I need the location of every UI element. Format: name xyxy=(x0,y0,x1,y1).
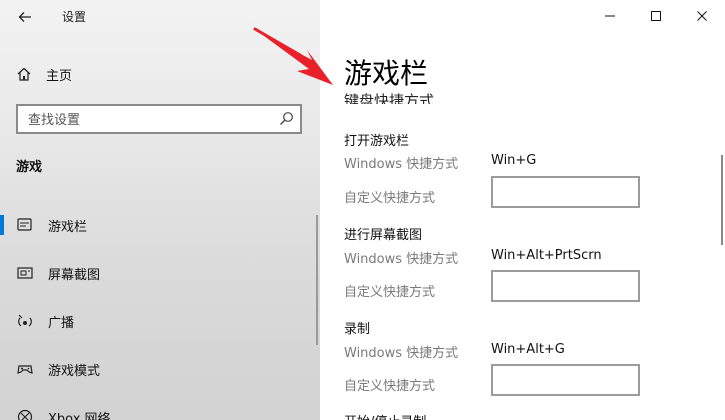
group-title: 进行屏幕截图 xyxy=(344,228,423,243)
custom-shortcut-label: 自定义快捷方式 xyxy=(344,285,436,300)
group-title: 录制 xyxy=(344,322,371,337)
section-title: 游戏 xyxy=(16,160,43,175)
custom-shortcut-input[interactable] xyxy=(491,176,640,208)
broadcast-icon xyxy=(18,314,32,327)
close-button[interactable] xyxy=(679,0,725,32)
group-title-partial: 开始/停止录制 xyxy=(344,411,426,420)
content-scrollbar[interactable] xyxy=(721,155,723,245)
nav-item-gamebar[interactable]: 游戏栏 xyxy=(0,205,320,245)
custom-shortcut-label: 自定义快捷方式 xyxy=(344,191,436,206)
nav-item-label: 广播 xyxy=(48,316,75,331)
back-button[interactable] xyxy=(14,6,36,28)
custom-shortcut-input[interactable] xyxy=(491,364,640,396)
back-arrow-icon xyxy=(18,12,31,22)
maximize-icon xyxy=(651,11,661,21)
nav-item-capture[interactable]: 屏幕截图 xyxy=(0,253,320,293)
content-pane: 游戏栏 键盘快捷方式 打开游戏栏 Windows 快捷方式 Win+G 自定义快… xyxy=(320,0,725,420)
window-title: 设置 xyxy=(62,10,87,24)
nav-item-xbox-network[interactable]: Xbox 网络 xyxy=(0,397,320,420)
section-heading: 键盘快捷方式 xyxy=(344,92,435,104)
custom-shortcut-label: 自定义快捷方式 xyxy=(344,379,436,394)
group-title: 打开游戏栏 xyxy=(344,134,410,149)
gamebar-icon xyxy=(17,218,32,231)
windows-shortcut-value: Win+G xyxy=(491,153,537,168)
page-title: 游戏栏 xyxy=(344,52,439,92)
minimize-icon xyxy=(605,15,615,17)
nav-item-label: 游戏栏 xyxy=(48,220,88,235)
maximize-button[interactable] xyxy=(633,0,679,32)
windows-shortcut-label: Windows 快捷方式 xyxy=(344,346,459,361)
search-input[interactable] xyxy=(26,109,270,131)
xbox-network-icon xyxy=(17,409,33,420)
home-label: 主页 xyxy=(46,68,73,84)
nav-item-label: Xbox 网络 xyxy=(48,412,111,420)
home-link[interactable]: 主页 xyxy=(16,62,72,86)
nav-item-label: 屏幕截图 xyxy=(48,268,101,283)
window-caption-buttons xyxy=(587,0,725,32)
windows-shortcut-value: Win+Alt+PrtScrn xyxy=(491,248,602,263)
close-icon xyxy=(697,11,707,21)
nav-item-broadcast[interactable]: 广播 xyxy=(0,301,320,341)
navigation-pane: 设置 主页 游戏 游戏栏 屏幕截图 xyxy=(0,0,320,420)
nav-item-label: 游戏模式 xyxy=(48,364,101,379)
search-icon[interactable] xyxy=(279,111,294,126)
custom-shortcut-input[interactable] xyxy=(491,270,640,302)
game-mode-icon xyxy=(17,365,33,374)
nav-scrollbar[interactable] xyxy=(316,215,318,345)
search-box[interactable] xyxy=(16,104,302,134)
windows-shortcut-label: Windows 快捷方式 xyxy=(344,157,459,172)
nav-item-game-mode[interactable]: 游戏模式 xyxy=(0,349,320,389)
home-icon xyxy=(17,67,31,81)
minimize-button[interactable] xyxy=(587,0,633,32)
windows-shortcut-label: Windows 快捷方式 xyxy=(344,252,459,267)
capture-icon xyxy=(17,267,33,279)
windows-shortcut-value: Win+Alt+G xyxy=(491,342,565,357)
